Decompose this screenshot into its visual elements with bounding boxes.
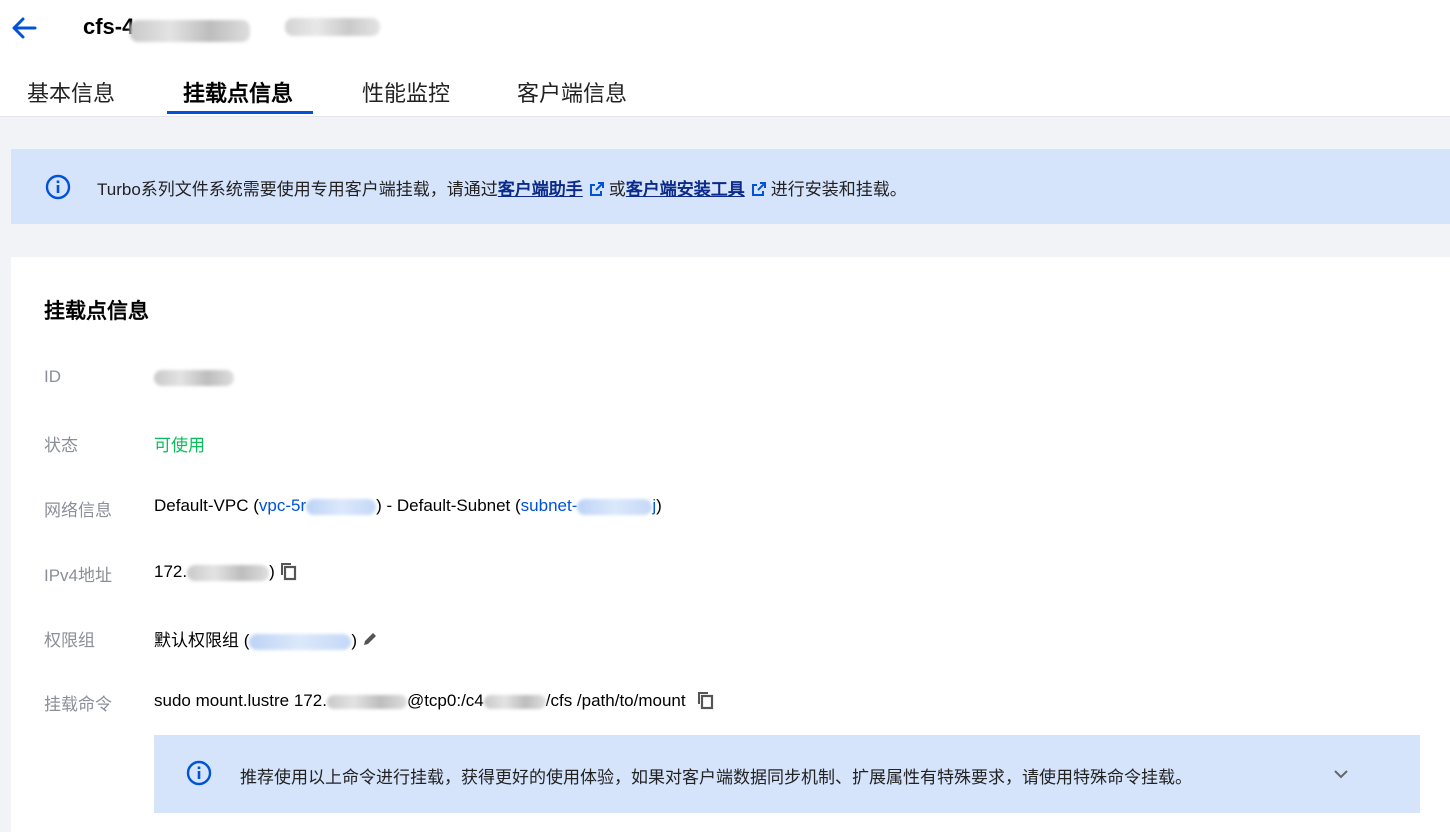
ipv4-prefix: 172. (154, 562, 188, 581)
vpc-link[interactable]: vpc-5r (258, 496, 377, 515)
status-label: 状态 (44, 436, 78, 455)
edit-pencil-icon[interactable] (361, 630, 379, 650)
permission-prefix: 默认权限组 ( (154, 631, 250, 650)
vpc-prefix: Default-VPC ( (154, 496, 259, 515)
ipv4-value: 172.) (154, 561, 297, 582)
redacted-ip (326, 694, 407, 709)
external-link-icon[interactable] (589, 181, 605, 197)
external-link-icon[interactable] (751, 181, 767, 197)
notice-text: Turbo系列文件系统需要使用专用客户端挂载，请通过客户端助手 或客户端安装工具 进… (97, 175, 907, 200)
page-title: cfs-4 (83, 14, 135, 39)
redacted-permission-id (249, 633, 352, 650)
redacted-title-name (285, 18, 380, 36)
id-label: ID (44, 367, 61, 386)
back-arrow-icon[interactable] (8, 12, 40, 44)
notice-text-before: Turbo系列文件系统需要使用专用客户端挂载，请通过 (97, 180, 498, 199)
redacted-title-id (130, 20, 250, 42)
permission-value: 默认权限组 () (154, 626, 379, 651)
redacted-id (154, 369, 234, 386)
card-title: 挂载点信息 (44, 300, 149, 323)
permission-suffix: ) (351, 631, 358, 650)
mount-tip-banner: 推荐使用以上命令进行挂载，获得更好的使用体验，如果对客户端数据同步机制、扩展属性… (154, 735, 1420, 813)
active-tab-indicator (167, 111, 313, 114)
info-icon (45, 174, 71, 200)
vpc-id: vpc-5r (258, 496, 307, 515)
id-value (154, 367, 234, 387)
mount-cmd-label: 挂载命令 (44, 695, 112, 714)
ipv4-suffix: ) (269, 562, 275, 581)
info-icon (186, 760, 212, 786)
subnet-id: subnet- (520, 496, 578, 515)
top-bar: cfs-4 基本信息 挂载点信息 性能监控 客户端信息 (0, 0, 1450, 117)
mount-tip-text: 推荐使用以上命令进行挂载，获得更好的使用体验，如果对客户端数据同步机制、扩展属性… (240, 768, 1192, 787)
redacted-vpc (306, 498, 377, 515)
client-assistant-link[interactable]: 客户端助手 (498, 180, 583, 199)
network-label: 网络信息 (44, 501, 112, 520)
status-value: 可使用 (154, 436, 205, 455)
permission-label: 权限组 (44, 631, 95, 650)
tab-performance-monitor[interactable]: 性能监控 (362, 76, 450, 108)
mount-cmd-part2: @tcp0:/c4 (406, 691, 484, 710)
tab-client-info[interactable]: 客户端信息 (517, 76, 627, 108)
mount-cmd-value: sudo mount.lustre 172. @tcp0:/c4/cfs /pat… (154, 690, 714, 711)
notice-text-after: 进行安装和挂载。 (770, 180, 907, 199)
client-install-tool-link[interactable]: 客户端安装工具 (626, 180, 745, 199)
ipv4-label: IPv4地址 (44, 566, 113, 585)
tab-mount-point-info[interactable]: 挂载点信息 (183, 76, 293, 108)
network-value: Default-VPC (vpc-5r ) - Default-Subnet (s… (154, 496, 662, 516)
redacted-ip (187, 564, 270, 581)
redacted-subnet (577, 498, 653, 515)
notice-banner: Turbo系列文件系统需要使用专用客户端挂载，请通过客户端助手 或客户端安装工具 进… (11, 149, 1450, 224)
tab-basic-info[interactable]: 基本信息 (27, 76, 115, 108)
notice-text-mid: 或 (608, 180, 626, 199)
mount-point-card: 挂载点信息 ID 状态 可使用 网络信息 Default-VPC (vpc-5r… (11, 257, 1450, 832)
mount-cmd-part1: sudo mount.lustre 172. (154, 691, 327, 710)
subnet-link[interactable]: subnet-j (521, 496, 656, 515)
mount-cmd-part3: /cfs /path/to/mount (545, 691, 686, 710)
vpc-suffix: ) - Default-Subnet ( (376, 496, 521, 515)
copy-icon[interactable] (279, 561, 297, 581)
copy-icon[interactable] (696, 690, 714, 710)
chevron-down-icon[interactable] (1331, 764, 1351, 784)
subnet-suffix: ) (656, 496, 662, 515)
redacted-fsid (483, 694, 546, 709)
